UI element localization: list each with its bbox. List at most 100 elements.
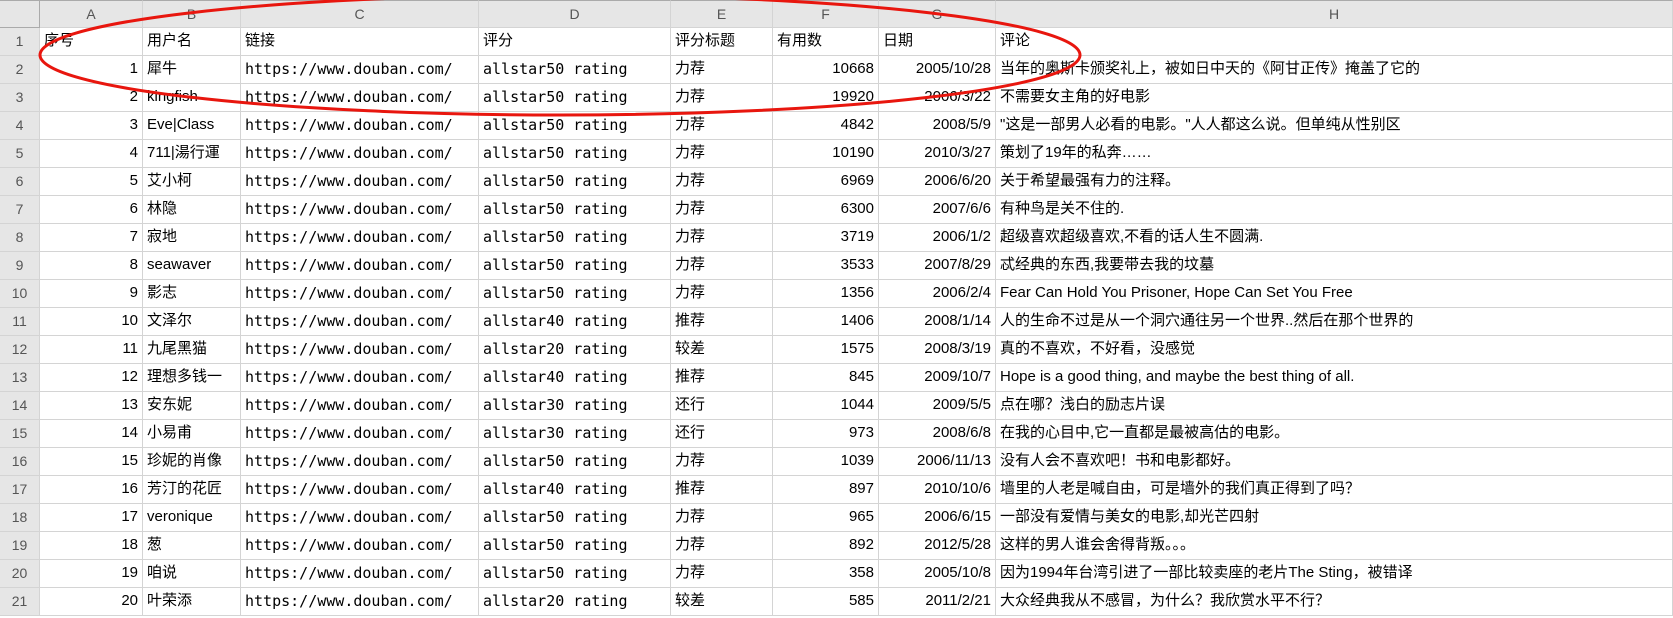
cell-rating-title[interactable]: 推荐 — [671, 476, 773, 504]
cell-useful[interactable]: 1356 — [773, 280, 879, 308]
cell-date[interactable]: 2006/6/15 — [879, 504, 996, 532]
cell-seq[interactable]: 10 — [40, 308, 143, 336]
col-header-B[interactable]: B — [143, 0, 241, 28]
cell-date[interactable]: 2008/3/19 — [879, 336, 996, 364]
cell-link[interactable]: https://www.douban.com/ — [241, 532, 479, 560]
cell-rating-class[interactable]: allstar50 rating — [479, 532, 671, 560]
cell-user[interactable]: 犀牛 — [143, 56, 241, 84]
cell-link[interactable]: https://www.douban.com/ — [241, 420, 479, 448]
cell-seq[interactable]: 15 — [40, 448, 143, 476]
cell-useful[interactable]: 1044 — [773, 392, 879, 420]
row-header-11[interactable]: 11 — [0, 308, 40, 336]
cell-user[interactable]: 艾小柯 — [143, 168, 241, 196]
cell-link[interactable]: https://www.douban.com/ — [241, 224, 479, 252]
cell-useful[interactable]: 1406 — [773, 308, 879, 336]
cell-rating-class[interactable]: allstar50 rating — [479, 280, 671, 308]
cell-link[interactable]: https://www.douban.com/ — [241, 140, 479, 168]
cell-useful[interactable]: 3719 — [773, 224, 879, 252]
cell-user[interactable]: 葱 — [143, 532, 241, 560]
cell-rating-title[interactable]: 还行 — [671, 420, 773, 448]
cell-user[interactable]: 咱说 — [143, 560, 241, 588]
cell-date[interactable]: 2006/3/22 — [879, 84, 996, 112]
cell-date[interactable]: 2006/1/2 — [879, 224, 996, 252]
cell-comment[interactable]: 因为1994年台湾引进了一部比较卖座的老片The Sting，被错译 — [996, 560, 1673, 588]
cell-user[interactable]: Eve|Class — [143, 112, 241, 140]
cell-rating-title[interactable]: 力荐 — [671, 168, 773, 196]
cell-comment[interactable]: 没有人会不喜欢吧！书和电影都好。 — [996, 448, 1673, 476]
cell-useful[interactable]: 10190 — [773, 140, 879, 168]
cell-rating-title[interactable]: 力荐 — [671, 224, 773, 252]
cell-comment[interactable]: 人的生命不过是从一个洞穴通往另一个世界..然后在那个世界的 — [996, 308, 1673, 336]
cell-rating-class[interactable]: allstar50 rating — [479, 196, 671, 224]
header-cell-rating_title[interactable]: 评分标题 — [671, 28, 773, 56]
cell-seq[interactable]: 13 — [40, 392, 143, 420]
cell-comment[interactable]: 点在哪？浅白的励志片误 — [996, 392, 1673, 420]
cell-link[interactable]: https://www.douban.com/ — [241, 308, 479, 336]
cell-user[interactable]: veronique — [143, 504, 241, 532]
cell-seq[interactable]: 9 — [40, 280, 143, 308]
cell-seq[interactable]: 2 — [40, 84, 143, 112]
cell-comment[interactable]: "这是一部男人必看的电影。"人人都这么说。但单纯从性别区 — [996, 112, 1673, 140]
cell-rating-class[interactable]: allstar50 rating — [479, 140, 671, 168]
row-header-2[interactable]: 2 — [0, 56, 40, 84]
row-header-9[interactable]: 9 — [0, 252, 40, 280]
cell-useful[interactable]: 892 — [773, 532, 879, 560]
cell-date[interactable]: 2006/11/13 — [879, 448, 996, 476]
cell-user[interactable]: 小易甫 — [143, 420, 241, 448]
cell-date[interactable]: 2012/5/28 — [879, 532, 996, 560]
col-header-C[interactable]: C — [241, 0, 479, 28]
header-cell-link[interactable]: 链接 — [241, 28, 479, 56]
row-header-7[interactable]: 7 — [0, 196, 40, 224]
cell-seq[interactable]: 7 — [40, 224, 143, 252]
cell-user[interactable]: kingfish — [143, 84, 241, 112]
cell-date[interactable]: 2009/5/5 — [879, 392, 996, 420]
cell-user[interactable]: 影志 — [143, 280, 241, 308]
cell-comment[interactable]: 一部没有爱情与美女的电影,却光芒四射 — [996, 504, 1673, 532]
cell-rating-class[interactable]: allstar50 rating — [479, 112, 671, 140]
row-header-16[interactable]: 16 — [0, 448, 40, 476]
row-header-10[interactable]: 10 — [0, 280, 40, 308]
cell-comment[interactable]: 墙里的人老是喊自由，可是墙外的我们真正得到了吗？ — [996, 476, 1673, 504]
cell-comment[interactable]: 关于希望最强有力的注释。 — [996, 168, 1673, 196]
cell-seq[interactable]: 11 — [40, 336, 143, 364]
cell-seq[interactable]: 16 — [40, 476, 143, 504]
row-header-18[interactable]: 18 — [0, 504, 40, 532]
col-header-D[interactable]: D — [479, 0, 671, 28]
row-header-17[interactable]: 17 — [0, 476, 40, 504]
cell-useful[interactable]: 3533 — [773, 252, 879, 280]
cell-rating-title[interactable]: 力荐 — [671, 532, 773, 560]
cell-rating-class[interactable]: allstar50 rating — [479, 504, 671, 532]
cell-link[interactable]: https://www.douban.com/ — [241, 252, 479, 280]
cell-user[interactable]: 芳汀的花匠 — [143, 476, 241, 504]
cell-date[interactable]: 2008/6/8 — [879, 420, 996, 448]
header-cell-useful[interactable]: 有用数 — [773, 28, 879, 56]
cell-rating-class[interactable]: allstar50 rating — [479, 252, 671, 280]
cell-rating-title[interactable]: 力荐 — [671, 252, 773, 280]
cell-comment[interactable]: 忒经典的东西,我要带去我的坟墓 — [996, 252, 1673, 280]
cell-date[interactable]: 2007/6/6 — [879, 196, 996, 224]
cell-rating-class[interactable]: allstar50 rating — [479, 168, 671, 196]
spreadsheet-grid[interactable]: ABCDEFGH1序号用户名链接评分评分标题有用数日期评论21犀牛https:/… — [0, 0, 1673, 616]
cell-useful[interactable]: 965 — [773, 504, 879, 532]
cell-useful[interactable]: 1039 — [773, 448, 879, 476]
cell-useful[interactable]: 358 — [773, 560, 879, 588]
cell-rating-class[interactable]: allstar20 rating — [479, 588, 671, 616]
cell-rating-title[interactable]: 较差 — [671, 336, 773, 364]
row-header-20[interactable]: 20 — [0, 560, 40, 588]
cell-rating-title[interactable]: 力荐 — [671, 140, 773, 168]
row-header-1[interactable]: 1 — [0, 28, 40, 56]
cell-rating-class[interactable]: allstar50 rating — [479, 560, 671, 588]
cell-rating-class[interactable]: allstar50 rating — [479, 448, 671, 476]
cell-comment[interactable]: 在我的心目中,它一直都是最被高估的电影。 — [996, 420, 1673, 448]
cell-useful[interactable]: 6969 — [773, 168, 879, 196]
cell-user[interactable]: 寂地 — [143, 224, 241, 252]
cell-user[interactable]: 711|湯行運 — [143, 140, 241, 168]
cell-rating-title[interactable]: 推荐 — [671, 364, 773, 392]
cell-user[interactable]: 文泽尔 — [143, 308, 241, 336]
cell-comment[interactable]: 真的不喜欢，不好看，没感觉 — [996, 336, 1673, 364]
select-all-corner[interactable] — [0, 0, 40, 28]
cell-seq[interactable]: 8 — [40, 252, 143, 280]
header-cell-rating_class[interactable]: 评分 — [479, 28, 671, 56]
row-header-12[interactable]: 12 — [0, 336, 40, 364]
cell-rating-title[interactable]: 力荐 — [671, 84, 773, 112]
